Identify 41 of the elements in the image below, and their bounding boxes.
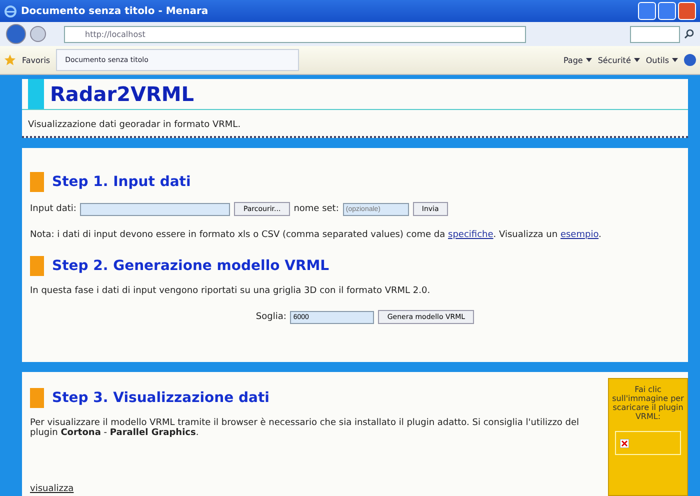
threshold-label: Soglia: [256, 312, 286, 322]
step-heading: Step 2. Generazione modello VRML [52, 258, 330, 274]
favorites-button[interactable]: Favoris [22, 56, 50, 64]
page-subtitle: Visualizzazione dati georadar in formato VRML. [28, 120, 242, 130]
plugin-image[interactable] [615, 431, 681, 455]
toolbar-menu[interactable]: Page [563, 56, 592, 64]
view-link[interactable]: visualizza [30, 484, 600, 494]
minimize-button[interactable] [638, 2, 656, 20]
search-field[interactable] [630, 26, 680, 42]
broken-image-icon [620, 438, 629, 448]
specs-link[interactable]: specifiche [448, 230, 494, 240]
step-marker-icon [30, 256, 44, 276]
step-marker-icon [30, 388, 44, 408]
input-label: Input dati: [30, 204, 76, 214]
step-description: In questa fase i dati di input vengono riportati su una griglia 3D con il formato VRML 2.0. [30, 286, 432, 296]
caret-icon [586, 58, 592, 62]
help-icon[interactable] [684, 54, 696, 66]
page-title: Radar2VRML [50, 81, 194, 108]
caret-icon [634, 58, 640, 62]
search-icon[interactable] [684, 29, 694, 39]
step-heading: Step 3. Visualizzazione dati [52, 390, 270, 406]
browser-logo-icon [4, 4, 17, 18]
step-marker-icon [30, 172, 44, 192]
note-text: Nota: i dati di input devono essere in formato xls o CSV (comma separated values) come da specifiche. Visualizza un esempio. [30, 230, 602, 240]
plugin-note: Fai clic sull'immagine per scaricare il plugin VRML: [611, 385, 685, 421]
window-title: Documento senza titolo - Menara [21, 6, 210, 16]
star-icon[interactable] [4, 54, 16, 66]
name-label: nome set: [294, 204, 339, 214]
maximize-button[interactable] [658, 2, 676, 20]
toolbar-menu[interactable]: Sécurité [598, 56, 640, 64]
step-heading: Step 1. Input dati [52, 174, 191, 190]
forward-button[interactable] [30, 26, 46, 42]
toolbar-menu[interactable]: Outils [646, 56, 678, 64]
caret-icon [672, 58, 678, 62]
title-marker-icon [28, 79, 44, 109]
address-field[interactable]: http://localhost [64, 26, 526, 42]
step-description: Per visualizzare il modello VRML tramite il browser è necessario che sia installato il plugin adatto. Si consiglia l'utilizzo del plugin Cortona - Parallel Graphics. [30, 418, 580, 438]
close-button[interactable] [678, 2, 696, 20]
back-button[interactable] [6, 24, 26, 44]
file-field[interactable] [80, 202, 230, 216]
example-link[interactable]: esempio [560, 230, 599, 240]
